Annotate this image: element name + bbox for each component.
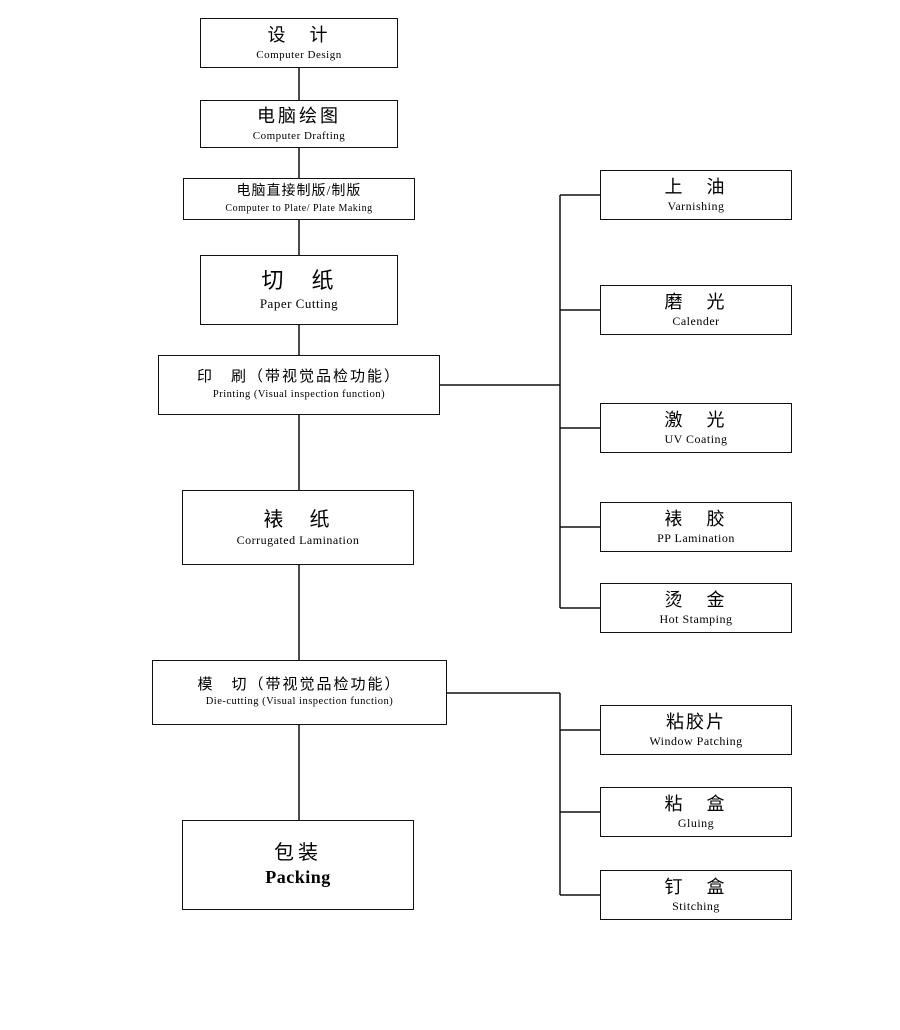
window-patching-zh: 粘胶片 — [666, 711, 726, 734]
varnishing-zh: 上 油 — [665, 176, 728, 199]
pp-lamination-node: 裱 胶 PP Lamination — [600, 502, 792, 552]
pp-lamination-en: PP Lamination — [657, 531, 735, 547]
computer-drafting-en: Computer Drafting — [253, 129, 346, 143]
printing-node: 印 刷（带视觉品检功能） Printing (Visual inspection… — [158, 355, 440, 415]
uv-coating-en: UV Coating — [664, 432, 727, 448]
hot-stamping-node: 烫 金 Hot Stamping — [600, 583, 792, 633]
stitching-zh: 钉 盒 — [665, 876, 728, 899]
plate-making-zh: 电脑直接制版/制版 — [237, 183, 362, 201]
varnishing-node: 上 油 Varnishing — [600, 170, 792, 220]
packing-zh: 包装 — [274, 840, 322, 866]
paper-cutting-zh: 切 纸 — [261, 267, 336, 296]
corrugated-lamination-node: 裱 纸 Corrugated Lamination — [182, 490, 414, 565]
die-cutting-en: Die-cutting (Visual inspection function) — [206, 695, 394, 709]
pp-lamination-zh: 裱 胶 — [665, 508, 728, 531]
hot-stamping-zh: 烫 金 — [665, 589, 728, 612]
packing-node: 包装 Packing — [182, 820, 414, 910]
calender-zh: 磨 光 — [665, 291, 728, 314]
printing-en: Printing (Visual inspection function) — [213, 388, 385, 402]
uv-coating-zh: 激 光 — [665, 409, 728, 432]
hot-stamping-en: Hot Stamping — [659, 612, 732, 628]
varnishing-en: Varnishing — [668, 199, 725, 215]
corrugated-lamination-zh: 裱 纸 — [264, 507, 333, 533]
plate-making-node: 电脑直接制版/制版 Computer to Plate/ Plate Makin… — [183, 178, 415, 220]
corrugated-lamination-en: Corrugated Lamination — [237, 533, 360, 549]
flowchart-diagram: 设 计 Computer Design 电脑绘图 Computer Drafti… — [0, 0, 900, 1030]
plate-making-en: Computer to Plate/ Plate Making — [225, 202, 372, 215]
window-patching-node: 粘胶片 Window Patching — [600, 705, 792, 755]
die-cutting-zh: 模 切（带视觉品检功能） — [197, 676, 401, 696]
packing-en: Packing — [265, 866, 331, 889]
paper-cutting-en: Paper Cutting — [260, 296, 338, 313]
stitching-en: Stitching — [672, 899, 720, 915]
gluing-en: Gluing — [678, 816, 714, 832]
gluing-zh: 粘 盒 — [665, 793, 728, 816]
computer-design-en: Computer Design — [256, 48, 341, 62]
computer-drafting-zh: 电脑绘图 — [257, 105, 341, 128]
calender-node: 磨 光 Calender — [600, 285, 792, 335]
window-patching-en: Window Patching — [649, 734, 742, 750]
computer-design-node: 设 计 Computer Design — [200, 18, 398, 68]
computer-design-zh: 设 计 — [268, 24, 331, 47]
gluing-node: 粘 盒 Gluing — [600, 787, 792, 837]
die-cutting-node: 模 切（带视觉品检功能） Die-cutting (Visual inspect… — [152, 660, 447, 725]
stitching-node: 钉 盒 Stitching — [600, 870, 792, 920]
computer-drafting-node: 电脑绘图 Computer Drafting — [200, 100, 398, 148]
printing-zh: 印 刷（带视觉品检功能） — [197, 368, 401, 388]
uv-coating-node: 激 光 UV Coating — [600, 403, 792, 453]
paper-cutting-node: 切 纸 Paper Cutting — [200, 255, 398, 325]
calender-en: Calender — [672, 314, 719, 330]
